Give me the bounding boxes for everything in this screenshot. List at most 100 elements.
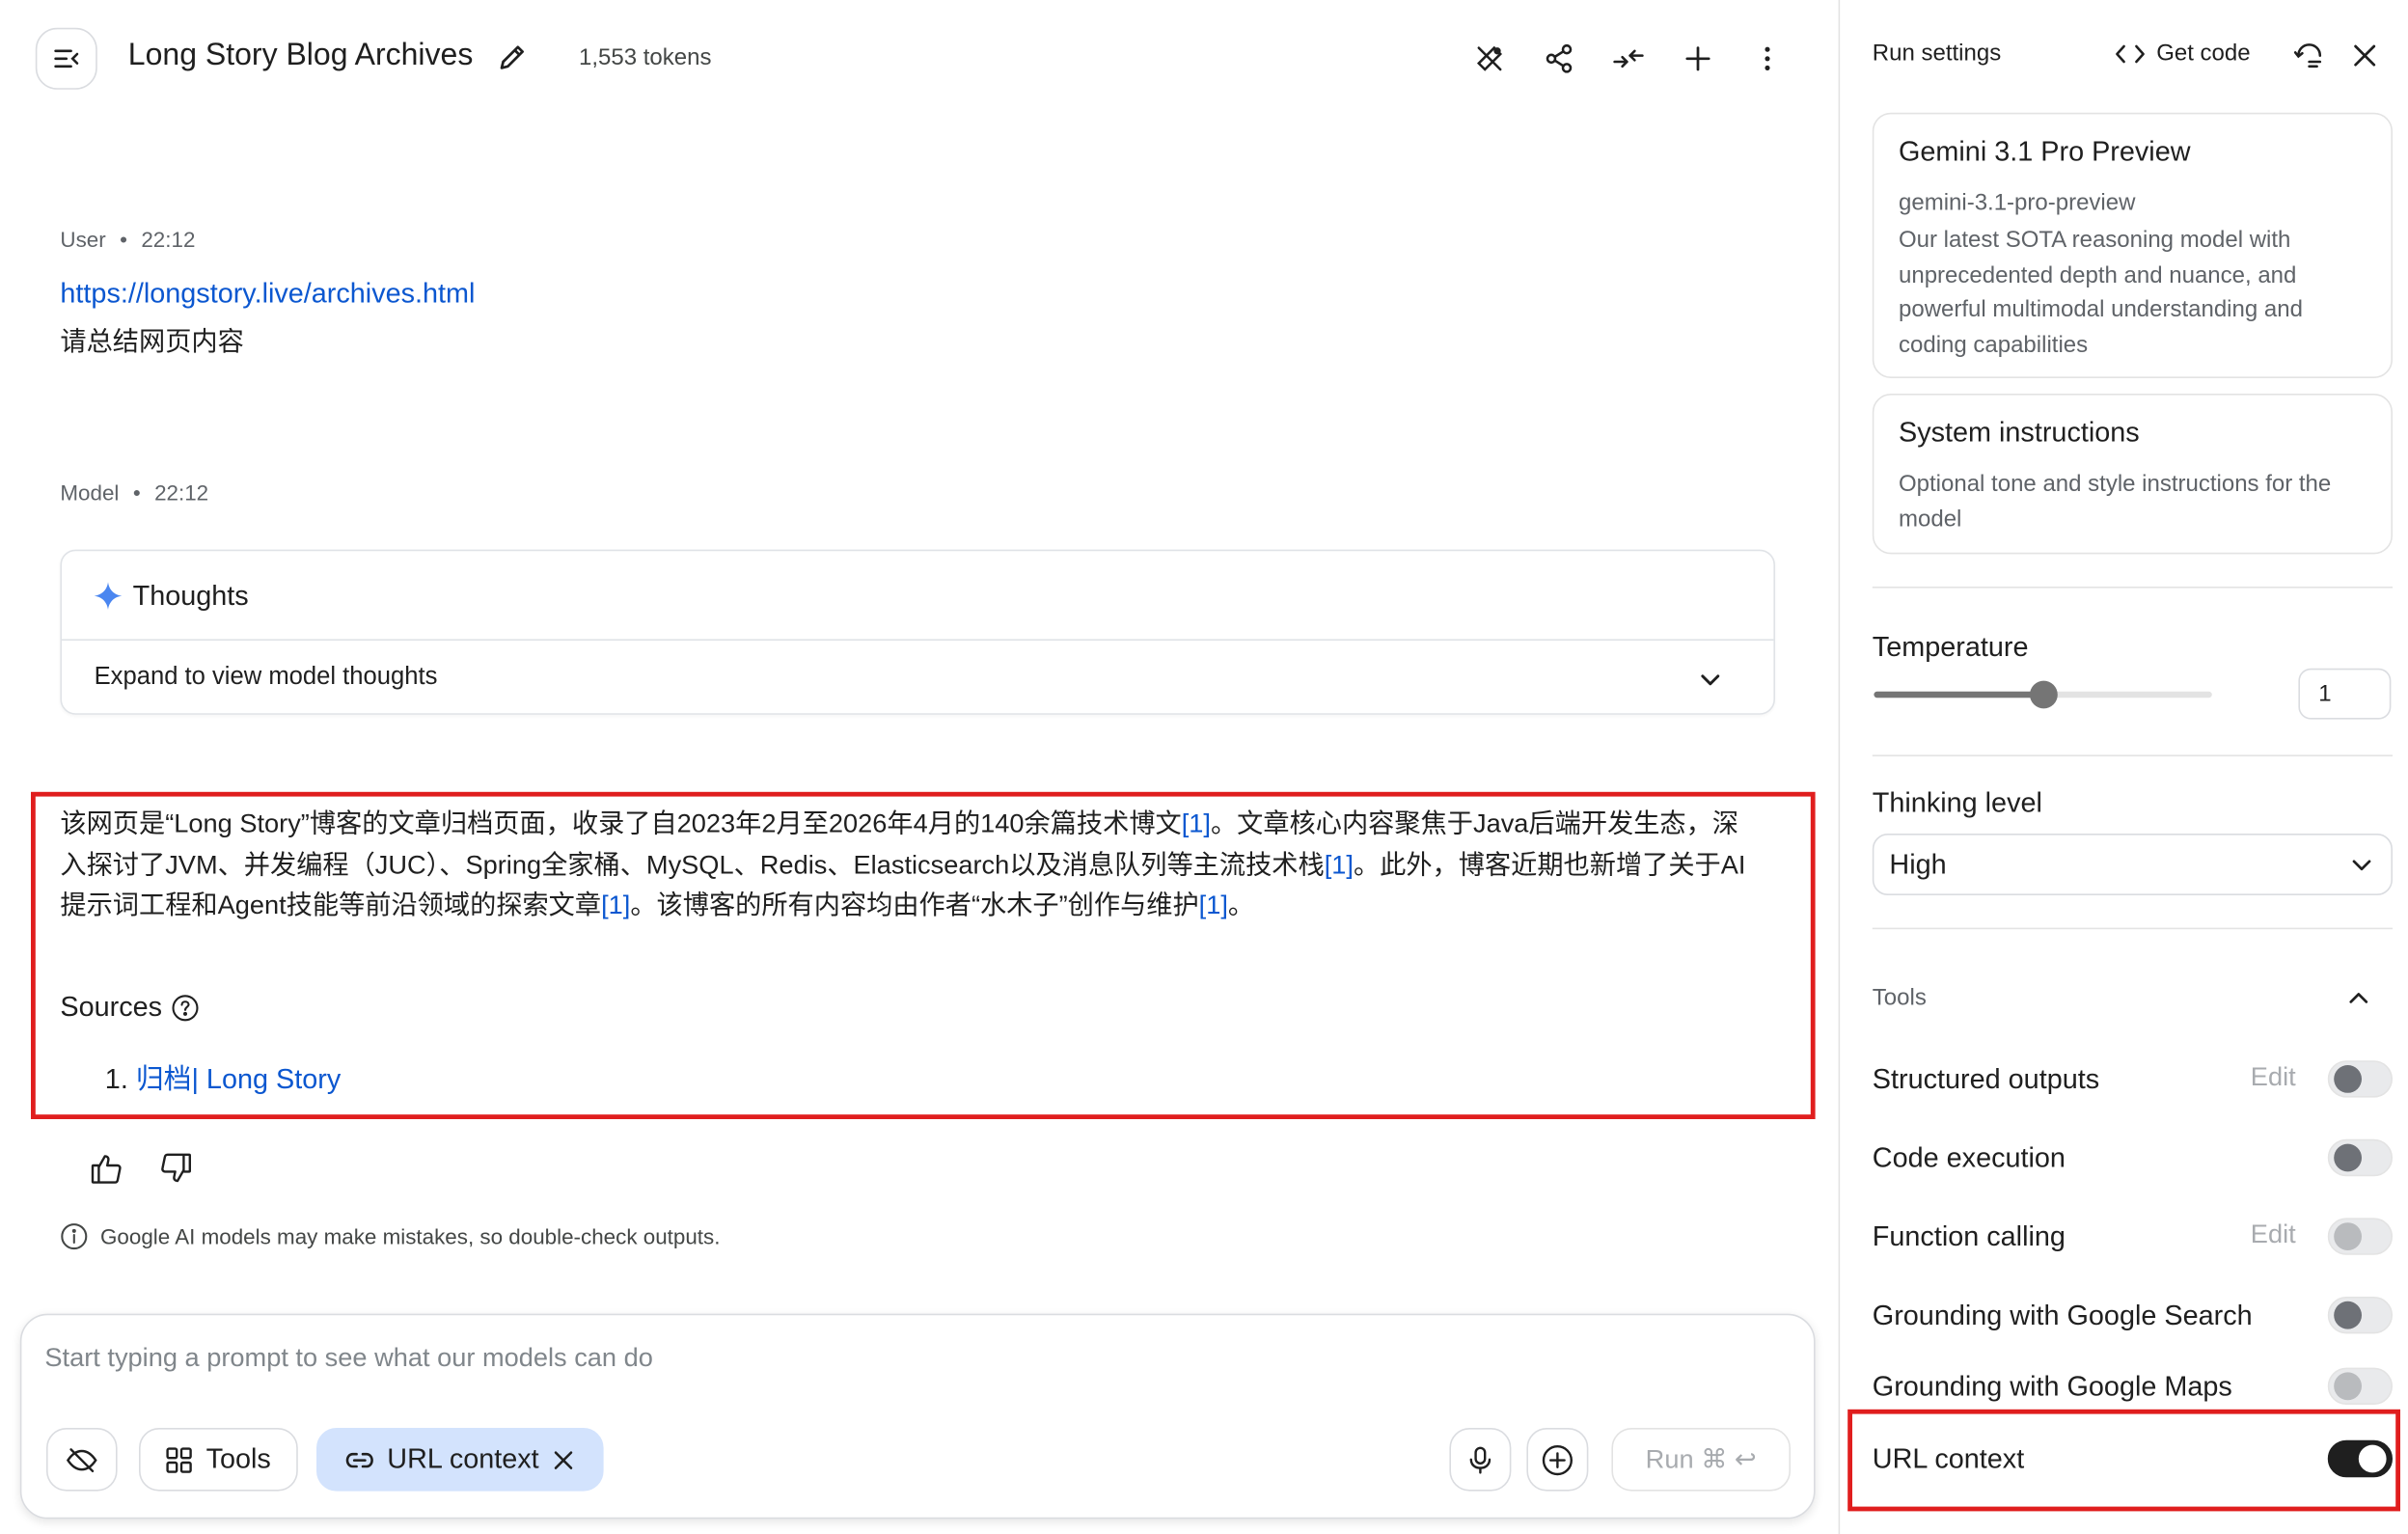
answer-segment: 该网页是“Long Story”博客的文章归档页面，收录了自2023年2月至20… (60, 808, 1182, 838)
toggle-knob (2334, 1143, 2362, 1172)
citation-link[interactable]: [1] (1182, 808, 1211, 837)
token-count: 1,553 tokens (579, 44, 712, 71)
sources-label: Sources (60, 991, 163, 1023)
system-instructions-placeholder: Optional tone and style instructions for… (1899, 471, 2332, 533)
tools-crossed-icon (1476, 45, 1503, 71)
tool-toggle[interactable] (2327, 1367, 2393, 1405)
citation-link[interactable]: [1] (601, 890, 630, 919)
tool-edit-link[interactable]: Edit (2251, 1219, 2296, 1250)
share-icon (1546, 43, 1573, 73)
divider (1872, 927, 2393, 930)
more-options-button[interactable] (1749, 41, 1786, 77)
model-answer-text: 该网页是“Long Story”博客的文章归档页面，收录了自2023年2月至20… (60, 805, 1758, 927)
sources-heading: Sources (60, 991, 199, 1024)
tools-section-label: Tools (1872, 984, 1927, 1011)
thinking-level-value: High (1889, 848, 1947, 880)
thinking-level-label: Thinking level (1872, 787, 2042, 818)
user-message-link[interactable]: https://longstory.live/archives.html (60, 278, 475, 311)
tool-edit-link[interactable]: Edit (2251, 1062, 2296, 1093)
tool-toggle[interactable] (2327, 1218, 2393, 1255)
thumbs-up-button[interactable] (90, 1152, 123, 1186)
new-chat-button[interactable] (1680, 41, 1716, 77)
grid-icon (167, 1446, 193, 1473)
tool-label: Structured outputs (1872, 1063, 2100, 1095)
close-icon[interactable] (552, 1447, 577, 1472)
toggle-knob (2334, 1065, 2362, 1093)
add-circle-icon (1542, 1444, 1573, 1475)
more-vert-icon (1765, 46, 1770, 70)
microphone-icon (1469, 1445, 1491, 1473)
model-id: gemini-3.1-pro-preview (1899, 189, 2136, 216)
temperature-label: Temperature (1872, 631, 2029, 663)
model-message-meta: Model • 22:12 (60, 480, 208, 506)
run-settings-panel: Run settings Get code Gemini 3.1 Pro Pre… (1838, 0, 2408, 1534)
temperature-input[interactable] (2298, 668, 2392, 720)
toggle-knob (2334, 1372, 2362, 1401)
system-instructions-card[interactable]: System instructions Optional tone and st… (1872, 394, 2393, 555)
get-code-button[interactable]: Get code (2115, 41, 2251, 67)
share-button[interactable] (1541, 41, 1577, 77)
disclaimer-text: Google AI models may make mistakes, so d… (100, 1223, 721, 1249)
disclaimer: Google AI models may make mistakes, so d… (60, 1222, 720, 1250)
user-role-label: User (60, 227, 106, 252)
tool-label: Grounding with Google Search (1872, 1300, 2253, 1331)
url-context-chip[interactable]: URL context (316, 1428, 604, 1492)
compare-button[interactable] (1471, 41, 1508, 77)
citation-link[interactable]: [1] (1325, 850, 1354, 879)
citation-link[interactable]: [1] (1199, 890, 1228, 919)
microphone-button[interactable] (1449, 1428, 1512, 1492)
user-message-time: 22:12 (141, 227, 196, 252)
model-selector-card[interactable]: Gemini 3.1 Pro Preview gemini-3.1-pro-pr… (1872, 112, 2393, 379)
url-context-highlight-box (1847, 1409, 2400, 1512)
thoughts-title: Thoughts (132, 580, 249, 612)
chevron-down-icon[interactable] (1695, 664, 1726, 695)
toggle-visibility-button[interactable] (46, 1428, 118, 1492)
tool-label: Code execution (1872, 1142, 2066, 1173)
thinking-level-select[interactable]: High (1872, 834, 2393, 895)
sparkle-icon (94, 582, 123, 610)
tool-toggle[interactable] (2327, 1297, 2393, 1334)
user-message-meta: User • 22:12 (60, 227, 195, 252)
source-list-item: 1. 归档| Long Story (105, 1057, 341, 1098)
prompt-input[interactable] (44, 1343, 1743, 1374)
thumbs-down-button[interactable] (159, 1152, 193, 1186)
meta-separator: • (132, 479, 141, 506)
url-context-chip-label: URL context (387, 1443, 539, 1474)
source-index: 1. (104, 1063, 128, 1095)
tool-toggle[interactable] (2327, 1060, 2393, 1098)
help-circle-icon[interactable] (172, 994, 200, 1022)
compare-arrows-icon (1613, 49, 1644, 68)
model-name: Gemini 3.1 Pro Preview (1899, 135, 2191, 167)
tools-button[interactable]: Tools (139, 1428, 298, 1492)
thoughts-panel: Thoughts Expand to view model thoughts (60, 549, 1775, 715)
divider (1872, 754, 2393, 756)
source-link[interactable]: 归档| Long Story (136, 1063, 341, 1094)
compare-models-button[interactable] (1610, 41, 1647, 77)
toggle-sidebar-button[interactable] (35, 27, 97, 90)
page-title: Long Story Blog Archives (127, 39, 474, 73)
expand-thoughts-toggle[interactable]: Expand to view model thoughts (95, 664, 438, 692)
reset-icon (2293, 43, 2322, 68)
close-panel-button[interactable] (2348, 39, 2382, 72)
divider (1872, 587, 2393, 589)
tools-button-label: Tools (205, 1443, 271, 1474)
temperature-slider-handle[interactable] (2029, 680, 2057, 709)
tool-label: Function calling (1872, 1220, 2066, 1252)
answer-segment: 。 (1227, 890, 1255, 920)
menu-collapse-icon (54, 49, 79, 68)
prompt-composer: Tools URL context Run ⌘ ↩ (19, 1313, 1816, 1520)
model-role-label: Model (60, 479, 120, 506)
user-message-text: 请总结网页内容 (60, 327, 244, 357)
chevron-up-icon[interactable] (2344, 985, 2372, 1013)
thoughts-header: Thoughts (62, 551, 1774, 641)
panel-title: Run settings (1872, 40, 2002, 67)
code-icon (2116, 43, 2145, 63)
reset-settings-button[interactable] (2292, 39, 2326, 72)
thumbs-down-icon (161, 1153, 192, 1183)
thumbs-up-icon (91, 1155, 122, 1184)
toggle-knob (2334, 1222, 2362, 1250)
add-media-button[interactable] (1526, 1428, 1589, 1492)
run-button[interactable]: Run ⌘ ↩ (1611, 1428, 1791, 1492)
tool-toggle[interactable] (2327, 1138, 2393, 1177)
edit-title-button[interactable] (496, 41, 530, 74)
